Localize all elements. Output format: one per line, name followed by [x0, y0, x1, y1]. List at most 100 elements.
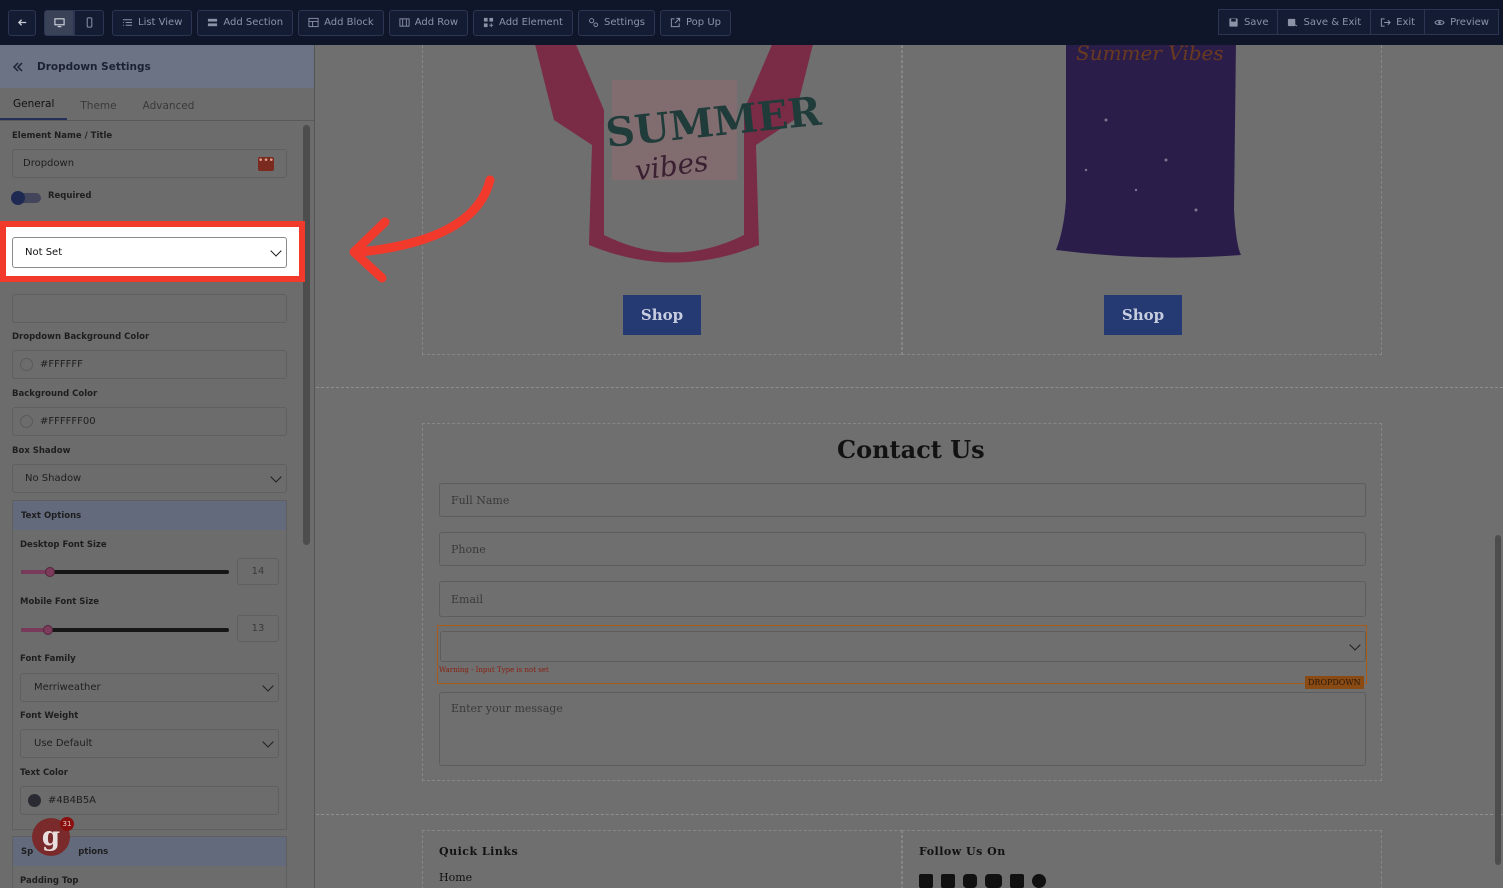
svg-text:Summer Vibes: Summer Vibes — [1076, 45, 1224, 65]
full-name-input[interactable]: Full Name — [439, 483, 1366, 517]
exit-icon — [1380, 17, 1391, 27]
add-section-button[interactable]: Add Section — [197, 9, 294, 36]
bg-color-field[interactable]: #FFFFFF00 — [12, 407, 287, 436]
toolbar-right-group: Save Save & Exit Exit Preview — [1217, 9, 1499, 35]
back-button[interactable] — [8, 9, 36, 36]
input-name-field[interactable] — [12, 294, 287, 323]
required-toggle[interactable] — [11, 191, 41, 205]
padding-top-label: Padding Top — [20, 876, 79, 886]
section-divider — [316, 387, 1503, 388]
add-block-label: Add Block — [324, 17, 374, 28]
font-weight-value: Use Default — [34, 738, 93, 749]
preview-button[interactable]: Preview — [1424, 9, 1499, 35]
chevron-down-icon — [262, 735, 274, 748]
text-options-header[interactable]: Text Options — [13, 501, 286, 530]
facebook-icon[interactable] — [919, 874, 933, 888]
block-icon — [308, 17, 319, 28]
color-swatch[interactable] — [20, 415, 33, 428]
tab-general[interactable]: General — [0, 98, 68, 120]
mobile-view-button[interactable] — [74, 9, 104, 36]
pink-tshirt-image: SUMMER vibes — [535, 45, 824, 263]
color-swatch[interactable] — [20, 358, 33, 371]
spacing-label-end: ptions — [78, 846, 109, 857]
save-exit-button[interactable]: Save & Exit — [1277, 9, 1372, 35]
shop-button-left[interactable]: Shop — [623, 295, 701, 335]
pop-up-button[interactable]: Pop Up — [660, 9, 731, 36]
tab-advanced[interactable]: Advanced — [130, 100, 208, 120]
exit-label: Exit — [1396, 16, 1416, 28]
save-button[interactable]: Save — [1217, 9, 1279, 35]
panel-scrollbar[interactable] — [303, 125, 310, 545]
add-element-label: Add Element — [499, 17, 563, 28]
chevron-down-icon — [270, 470, 282, 483]
panel-title: Dropdown Settings — [37, 60, 151, 73]
desktop-view-button[interactable] — [44, 9, 74, 36]
tab-theme[interactable]: Theme — [67, 100, 129, 120]
add-element-button[interactable]: Add Element — [473, 9, 573, 36]
save-label: Save — [1243, 16, 1269, 28]
highlight-box: Not Set — [0, 221, 305, 282]
element-name-value: Dropdown — [23, 158, 75, 169]
add-block-button[interactable]: Add Block — [298, 9, 384, 36]
mobile-font-input[interactable]: 13 — [237, 615, 279, 642]
font-family-label: Font Family — [20, 654, 76, 664]
save-icon — [1229, 17, 1238, 27]
home-link[interactable]: Home — [439, 871, 472, 884]
element-name-label: Element Name / Title — [12, 131, 113, 141]
phone-input[interactable]: Phone — [439, 532, 1366, 566]
chevron-down-icon — [262, 679, 274, 692]
panel-header: Dropdown Settings — [0, 45, 314, 88]
desktop-icon — [53, 18, 65, 28]
canvas-scrollbar[interactable] — [1495, 535, 1501, 865]
input-type-select[interactable]: Not Set — [12, 237, 287, 268]
double-chevron-left-icon[interactable] — [12, 61, 24, 73]
dropdown-bg-value: #FFFFFF — [40, 359, 83, 370]
list-view-button[interactable]: List View — [112, 9, 193, 36]
bg-color-value: #FFFFFF00 — [40, 416, 96, 427]
desktop-font-label: Desktop Font Size — [20, 540, 107, 550]
dropdown-element-badge[interactable]: DROPDOWN — [1305, 676, 1364, 689]
font-family-value: Merriweather — [34, 682, 101, 693]
save-exit-label: Save & Exit — [1303, 16, 1362, 28]
twitter-icon[interactable] — [1010, 874, 1024, 888]
message-textarea[interactable]: Enter your message — [439, 692, 1366, 766]
list-view-label: List View — [138, 17, 183, 28]
font-weight-label: Font Weight — [20, 711, 79, 721]
box-shadow-select[interactable]: No Shadow — [12, 464, 287, 493]
more-options-icon[interactable]: ••• — [258, 157, 274, 171]
shop-button-right[interactable]: Shop — [1104, 295, 1182, 335]
desktop-font-input[interactable]: 14 — [237, 558, 279, 585]
add-section-label: Add Section — [223, 17, 284, 28]
spacing-label-start: Sp — [21, 846, 34, 857]
font-weight-select[interactable]: Use Default — [20, 729, 279, 758]
text-color-value: #4B4B5A — [48, 795, 97, 806]
instagram-icon[interactable] — [963, 874, 977, 888]
add-row-label: Add Row — [414, 17, 459, 28]
font-family-select[interactable]: Merriweather — [20, 673, 279, 702]
pop-up-label: Pop Up — [686, 17, 721, 28]
top-toolbar: List View Add Section Add Block Add Row … — [0, 0, 1503, 45]
dropdown-bg-color-field[interactable]: #FFFFFF — [12, 350, 287, 379]
email-input[interactable]: Email — [439, 581, 1366, 617]
settings-button[interactable]: Settings — [577, 9, 655, 36]
add-row-button[interactable]: Add Row — [388, 9, 469, 36]
quick-links-heading: Quick Links — [439, 845, 519, 858]
row-icon — [399, 18, 410, 27]
popup-icon — [670, 17, 681, 28]
element-name-field[interactable]: Dropdown ••• — [12, 149, 287, 178]
google-icon[interactable] — [1032, 874, 1046, 888]
section-icon — [208, 18, 218, 27]
dropdown-select[interactable] — [440, 631, 1366, 662]
chevron-down-icon — [270, 244, 282, 257]
preview-label: Preview — [1450, 16, 1489, 28]
chevron-down-icon — [1349, 638, 1361, 651]
youtube-icon[interactable] — [985, 874, 1002, 888]
exit-button[interactable]: Exit — [1370, 9, 1426, 35]
mobile-font-slider-knob[interactable] — [43, 625, 54, 635]
color-swatch[interactable] — [28, 794, 41, 807]
settings-label: Settings — [603, 17, 645, 28]
text-color-field[interactable]: #4B4B5A — [20, 786, 279, 815]
linkedin-icon[interactable] — [941, 874, 955, 888]
section-divider — [316, 814, 1503, 815]
mobile-icon — [86, 17, 92, 28]
